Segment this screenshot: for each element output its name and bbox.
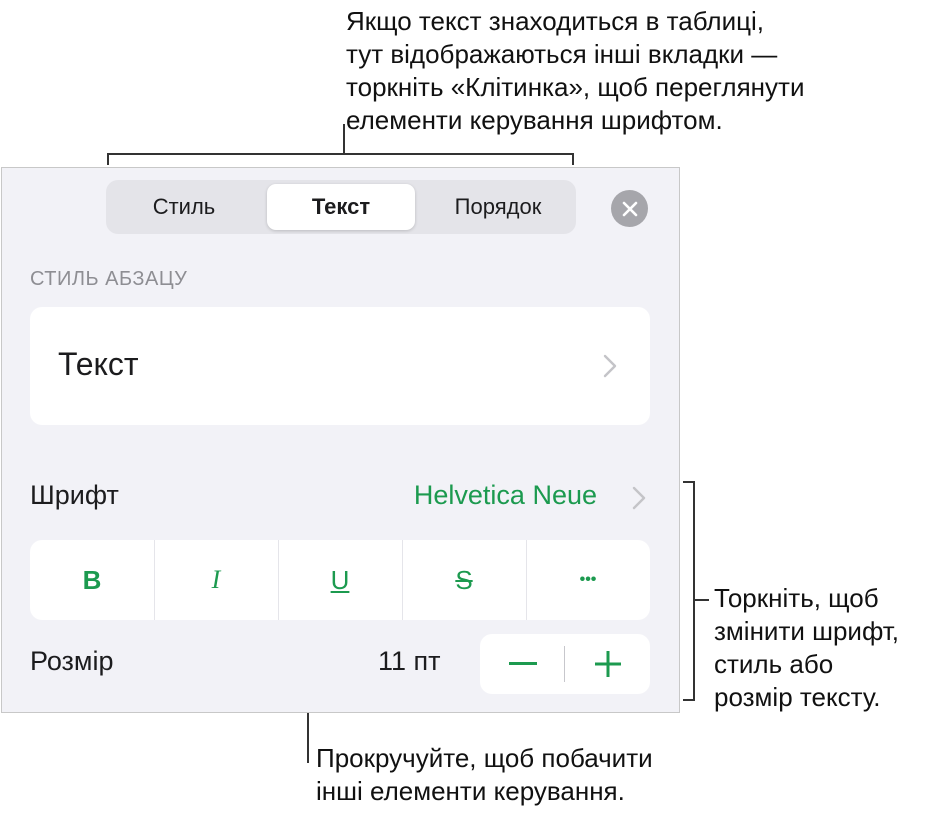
callout-tabs-bracket: [107, 153, 574, 155]
callout-font-bracket: [693, 481, 695, 701]
callout-tabs: Якщо текст знаходиться в таблиці, тут ві…: [346, 6, 805, 135]
increase-size-button[interactable]: [565, 634, 650, 694]
decrease-size-button[interactable]: [480, 634, 565, 694]
tab-arrange[interactable]: Порядок: [424, 184, 572, 230]
close-button[interactable]: [611, 190, 648, 227]
font-label: Шрифт: [30, 480, 119, 510]
callout-tabs-line: [343, 124, 345, 154]
bold-icon: B: [82, 564, 102, 595]
callout-font-line: [693, 599, 709, 601]
bold-button[interactable]: B: [30, 540, 154, 620]
more-icon: •••: [579, 571, 597, 588]
strikethrough-button[interactable]: S: [402, 540, 526, 620]
chevron-right-icon[interactable]: [632, 486, 646, 510]
tab-style[interactable]: Стиль: [110, 184, 258, 230]
more-format-button[interactable]: •••: [526, 540, 650, 620]
underline-button[interactable]: U: [278, 540, 402, 620]
format-panel: Стиль Текст Порядок СТИЛЬ АБЗАЦУ Текст Ш…: [1, 167, 680, 713]
callout-scroll: Прокручуйте, щоб побачити інші елементи …: [316, 743, 653, 806]
paragraph-style-row[interactable]: Текст: [30, 307, 650, 425]
chevron-right-icon: [603, 354, 617, 378]
size-stepper: [480, 634, 650, 694]
minus-icon: [508, 662, 537, 665]
size-value: 11 пт: [378, 646, 441, 676]
tab-text[interactable]: Текст: [267, 184, 415, 230]
callout-tabs-bracket-left: [107, 153, 109, 165]
strikethrough-icon: S: [455, 564, 473, 595]
italic-icon: I: [211, 565, 221, 594]
callout-font-controls: Торкніть, щоб змінити шрифт, стиль або р…: [714, 583, 900, 712]
size-label: Розмір: [30, 646, 114, 676]
close-icon: [622, 201, 637, 216]
callout-font-bracket-bottom: [683, 699, 695, 701]
tab-control: Стиль Текст Порядок: [106, 180, 576, 234]
paragraph-style-header: СТИЛЬ АБЗАЦУ: [30, 268, 188, 290]
paragraph-style-value: Текст: [58, 346, 139, 382]
italic-button[interactable]: I: [154, 540, 278, 620]
plus-icon: [594, 651, 621, 677]
underline-icon: U: [330, 564, 350, 595]
text-format-buttons: B I U S •••: [30, 540, 650, 620]
font-value[interactable]: Helvetica Neue: [414, 480, 597, 511]
callout-tabs-bracket-right: [572, 153, 574, 165]
